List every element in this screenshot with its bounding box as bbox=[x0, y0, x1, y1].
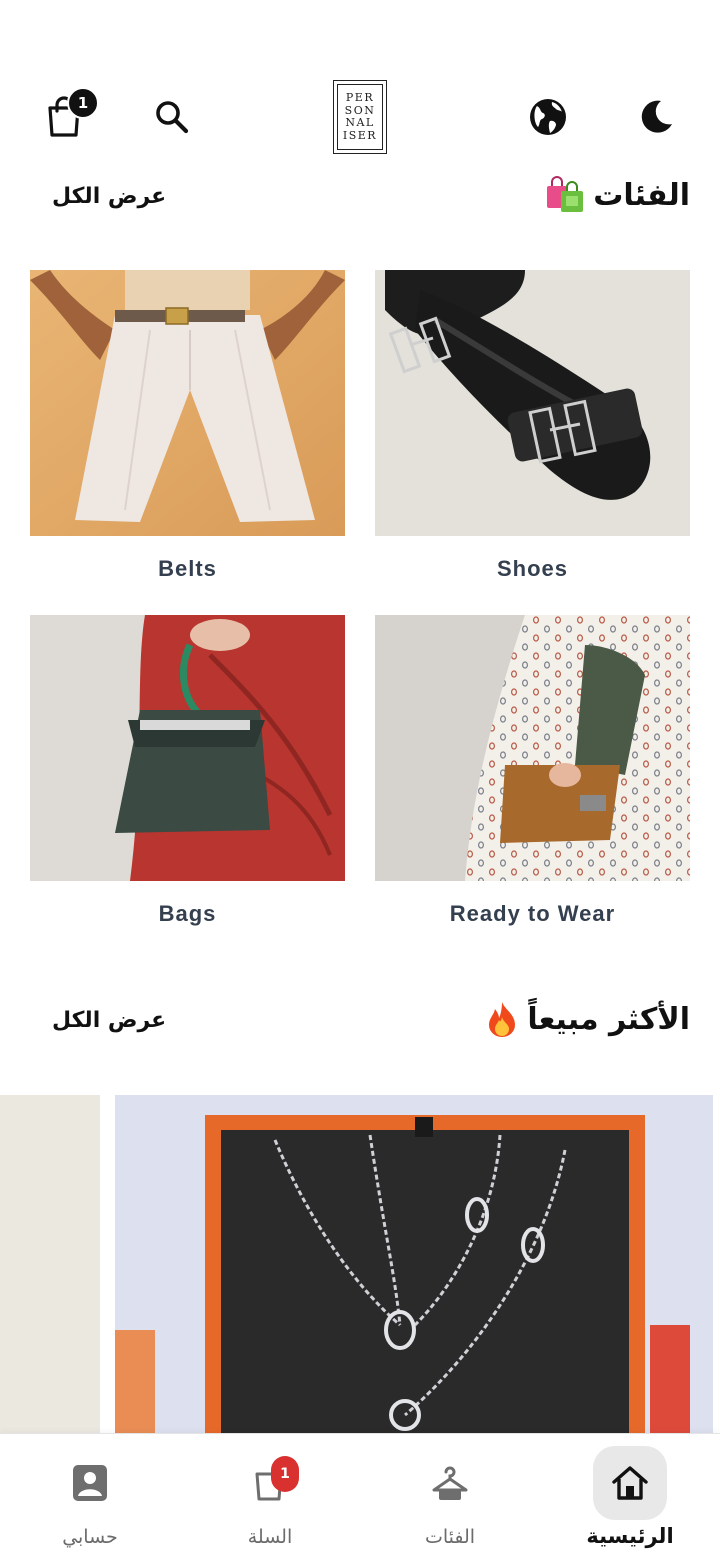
categories-header: الفئات عرض الكل bbox=[0, 168, 720, 228]
logo-line: SON bbox=[344, 103, 376, 117]
category-card-bags[interactable] bbox=[30, 615, 345, 881]
hanger-icon bbox=[432, 1466, 468, 1500]
categories-see-all-link[interactable]: عرض الكل bbox=[52, 184, 166, 209]
nav-cart-badge: 1 bbox=[271, 1456, 299, 1492]
theme-toggle-button[interactable] bbox=[626, 87, 686, 147]
logo-line: ISER bbox=[342, 128, 378, 142]
shoes-image bbox=[375, 270, 690, 536]
category-label-bags[interactable]: Bags bbox=[30, 901, 345, 927]
account-icon bbox=[73, 1465, 107, 1501]
best-sellers-header: الأكثر مبيعاً عرض الكل bbox=[0, 992, 720, 1052]
best-sellers-title-text: الأكثر مبيعاً bbox=[527, 1001, 690, 1037]
nav-categories-icon-wrap bbox=[413, 1446, 487, 1520]
shopping-bags-icon bbox=[547, 176, 584, 212]
search-icon bbox=[156, 101, 189, 134]
belts-image bbox=[30, 270, 345, 536]
top-header: 1 PER SON NAL ISER bbox=[0, 70, 720, 165]
ready-to-wear-image bbox=[375, 615, 690, 881]
categories-title-text: الفئات bbox=[593, 177, 690, 213]
best-sellers-carousel[interactable] bbox=[0, 1095, 720, 1435]
category-label-belts[interactable]: Belts bbox=[30, 556, 345, 582]
category-card-shoes[interactable] bbox=[375, 270, 690, 536]
home-screen: 1 PER SON NAL ISER الفئات عرض الكل Shoes… bbox=[0, 0, 720, 1560]
nav-label-categories: الفئات bbox=[424, 1526, 476, 1548]
nav-item-account[interactable]: حسابي bbox=[15, 1446, 165, 1556]
globe-icon bbox=[530, 99, 566, 135]
category-card-belts[interactable] bbox=[30, 270, 345, 536]
cart-count-badge: 1 bbox=[67, 87, 99, 119]
category-label-ready-to-wear[interactable]: Ready to Wear bbox=[375, 901, 690, 927]
logo-line: NAL bbox=[345, 116, 375, 129]
nav-home-icon-wrap bbox=[593, 1446, 667, 1520]
nav-item-cart[interactable]: 1 السلة bbox=[195, 1446, 345, 1556]
categories-title: الفئات bbox=[545, 176, 690, 214]
product-card-partial[interactable] bbox=[0, 1095, 100, 1435]
category-card-ready-to-wear[interactable] bbox=[375, 615, 690, 881]
moon-icon bbox=[641, 100, 672, 133]
fire-icon bbox=[489, 1002, 516, 1037]
bottom-navigation: الرئيسية الفئات 1 السلة حسابي bbox=[0, 1433, 720, 1560]
nav-label-home: الرئيسية bbox=[586, 1524, 674, 1548]
logo-line: PER bbox=[345, 91, 375, 104]
nav-account-icon-wrap bbox=[53, 1446, 127, 1520]
category-label-shoes[interactable]: Shoes bbox=[375, 556, 690, 582]
nav-label-cart: السلة bbox=[247, 1526, 293, 1548]
nav-cart-icon-wrap: 1 bbox=[233, 1446, 307, 1520]
nav-label-account: حسابي bbox=[62, 1526, 118, 1548]
language-button[interactable] bbox=[518, 87, 578, 147]
best-sellers-see-all-link[interactable]: عرض الكل bbox=[52, 1008, 166, 1033]
nav-item-categories[interactable]: الفئات bbox=[375, 1446, 525, 1556]
brand-logo[interactable]: PER SON NAL ISER bbox=[333, 80, 387, 154]
best-sellers-title: الأكثر مبيعاً bbox=[485, 1000, 690, 1038]
nav-item-home[interactable]: الرئيسية bbox=[555, 1446, 705, 1556]
bags-image bbox=[30, 615, 345, 881]
product-card-necklace[interactable] bbox=[115, 1095, 713, 1435]
home-icon bbox=[612, 1466, 648, 1500]
search-button[interactable] bbox=[142, 87, 202, 147]
